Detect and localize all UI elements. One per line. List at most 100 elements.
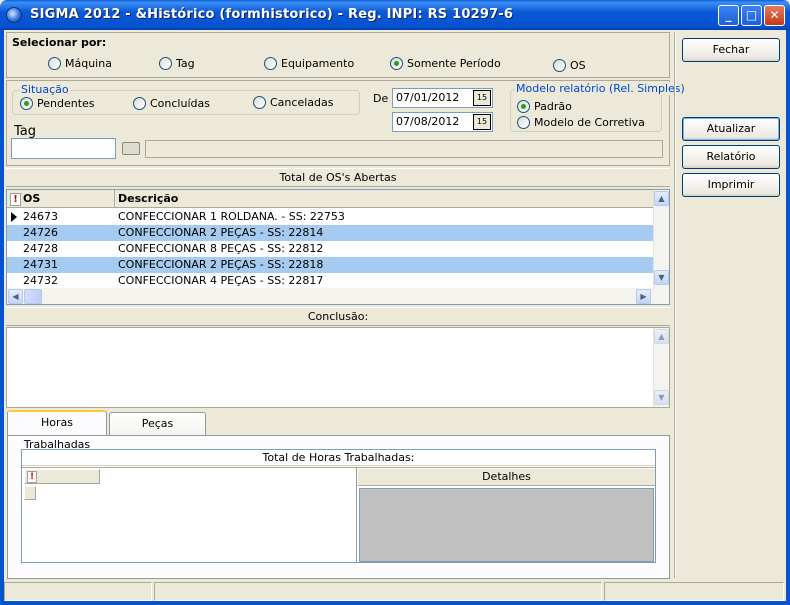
table-row[interactable]: 24732 CONFECCIONAR 4 PEÇAS - SS: 22817 [7,273,653,289]
start-date-field[interactable]: 07/01/2012 15 [392,88,493,108]
radio-equipamento-label[interactable]: Equipamento [281,57,354,70]
calendar-icon[interactable]: 15 [473,114,491,130]
alert-icon: ! [27,471,37,483]
radio-modelo-corretiva-label[interactable]: Modelo de Corretiva [534,116,645,129]
app-icon[interactable] [6,7,22,23]
radio-somente-periodo[interactable] [390,57,403,70]
radio-modelo-corretiva[interactable] [517,116,530,129]
scroll-right-icon[interactable]: ▶ [636,289,651,304]
tab-pecas-consumidas[interactable]: Peças Consumidas [109,412,206,452]
cell-descricao[interactable]: CONFECCIONAR 4 PEÇAS - SS: 22817 [118,274,323,287]
cell-descricao[interactable]: CONFECCIONAR 1 ROLDANA. - SS: 22753 [118,210,345,223]
lookup-icon[interactable] [122,142,140,155]
table-row[interactable]: 24731 CONFECCIONAR 2 PEÇAS - SS: 22818 [7,257,653,273]
scroll-down-icon[interactable]: ▼ [654,390,669,405]
col-os[interactable]: OS [23,192,40,205]
radio-os[interactable] [553,59,566,72]
scroll-up-icon[interactable]: ▲ [654,329,669,344]
horas-row-indicator [24,486,36,500]
horas-divider [22,467,655,468]
radio-canceladas[interactable] [253,96,266,109]
scroll-left-icon[interactable]: ◀ [8,289,23,304]
modelo-title: Modelo relatório (Rel. Simples) [515,82,686,95]
radio-canceladas-label[interactable]: Canceladas [270,96,333,109]
radio-tag[interactable] [159,57,172,70]
selecionar-label: Selecionar por: [12,36,107,49]
radio-pendentes[interactable] [20,97,33,110]
alert-icon: ! [10,193,21,206]
situacao-title: Situação [20,83,70,96]
tab-content-horas: Total de Horas Trabalhadas: ! Detalhes [7,435,670,579]
frame-right [786,30,790,605]
table-row[interactable]: 24726 CONFECCIONAR 2 PEÇAS - SS: 22814 [7,225,653,241]
frame-bottom [0,601,790,605]
os-vertical-scrollbar[interactable]: ▲ ▼ [653,190,669,288]
start-date-value: 07/01/2012 [396,91,460,104]
conclusao-header: Conclusão: [6,307,670,326]
tag-description-field [145,140,663,158]
right-panel: Fechar Atualizar Relatório Completo Impr… [675,32,786,578]
radio-concluidas-label[interactable]: Concluídas [150,97,210,110]
cell-os[interactable]: 24726 [23,226,58,239]
imprimir-button[interactable]: Imprimir [682,173,780,197]
status-bar [4,582,786,601]
radio-pendentes-label[interactable]: Pendentes [37,97,95,110]
table-row[interactable]: 24728 CONFECCIONAR 8 PEÇAS - SS: 22812 [7,241,653,257]
close-button[interactable]: ✕ [764,5,785,26]
horas-grid[interactable]: Total de Horas Trabalhadas: ! Detalhes [21,449,656,563]
maximize-button[interactable]: □ [741,5,762,26]
radio-padrao[interactable] [517,100,530,113]
conclusao-scrollbar[interactable]: ▲ ▼ [653,328,669,407]
cell-os[interactable]: 24673 [23,210,58,223]
main-window: SIGMA 2012 - &Histórico (formhistorico) … [0,0,790,605]
radio-tag-label[interactable]: Tag [176,57,195,70]
detalhes-panel [359,488,654,562]
scroll-up-icon[interactable]: ▲ [654,191,669,206]
cell-descricao[interactable]: CONFECCIONAR 8 PEÇAS - SS: 22812 [118,242,323,255]
fechar-button[interactable]: Fechar [682,38,780,62]
tag-label: Tag [14,124,37,139]
horas-header: Total de Horas Trabalhadas: [22,450,655,466]
col-divider [114,190,115,208]
title-bar[interactable]: SIGMA 2012 - &Histórico (formhistorico) … [0,0,790,30]
radio-maquina-label[interactable]: Máquina [65,57,112,70]
main-panel: Selecionar por: Máquina Tag Equipamento … [4,30,686,580]
table-row[interactable]: 24673 CONFECCIONAR 1 ROLDANA. - SS: 22753 [7,209,653,225]
current-row-pointer-icon [11,212,17,222]
cell-os[interactable]: 24731 [23,258,58,271]
radio-concluidas[interactable] [133,97,146,110]
os-grid-header: Total de OS's Abertas [6,168,670,187]
cell-os[interactable]: 24732 [23,274,58,287]
cell-descricao[interactable]: CONFECCIONAR 2 PEÇAS - SS: 22814 [118,226,323,239]
cell-descricao[interactable]: CONFECCIONAR 2 PEÇAS - SS: 22818 [118,258,323,271]
de-label: De [373,92,389,105]
os-horizontal-scrollbar[interactable]: ◀ ▶ [7,288,669,304]
col-descricao[interactable]: Descrição [118,192,178,205]
cell-os[interactable]: 24728 [23,242,58,255]
radio-padrao-label[interactable]: Padrão [534,100,572,113]
end-date-field[interactable]: 07/08/2012 15 [392,112,493,132]
horas-split-divider [356,467,357,562]
horas-column-header: ! [24,469,100,484]
calendar-icon[interactable]: 15 [473,90,491,106]
atualizar-button[interactable]: Atualizar [682,117,780,141]
window-title: SIGMA 2012 - &Histórico (formhistorico) … [30,7,514,22]
radio-os-label[interactable]: OS [570,59,586,72]
status-cell-3 [604,582,784,601]
os-grid[interactable]: ! OS Descrição 24673 CONFECCIONAR 1 ROLDA… [6,189,670,305]
scroll-down-icon[interactable]: ▼ [654,270,669,285]
radio-maquina[interactable] [48,57,61,70]
relatorio-completo-button[interactable]: Relatório Completo [682,145,780,185]
scroll-thumb[interactable] [24,289,42,304]
radio-equipamento[interactable] [264,57,277,70]
minimize-button[interactable]: _ [718,5,739,26]
radio-somente-periodo-label[interactable]: Somente Período [407,57,501,70]
os-grid-column-header: ! OS Descrição [7,190,653,208]
detalhes-header: Detalhes [358,469,655,486]
tab-horas-trabalhadas[interactable]: Horas Trabalhadas [7,410,107,451]
end-date-value: 07/08/2012 [396,115,460,128]
status-cell-1 [4,582,152,601]
status-cell-2 [154,582,602,601]
tag-input[interactable] [11,138,116,159]
conclusao-textarea[interactable]: ▲ ▼ [6,327,670,408]
